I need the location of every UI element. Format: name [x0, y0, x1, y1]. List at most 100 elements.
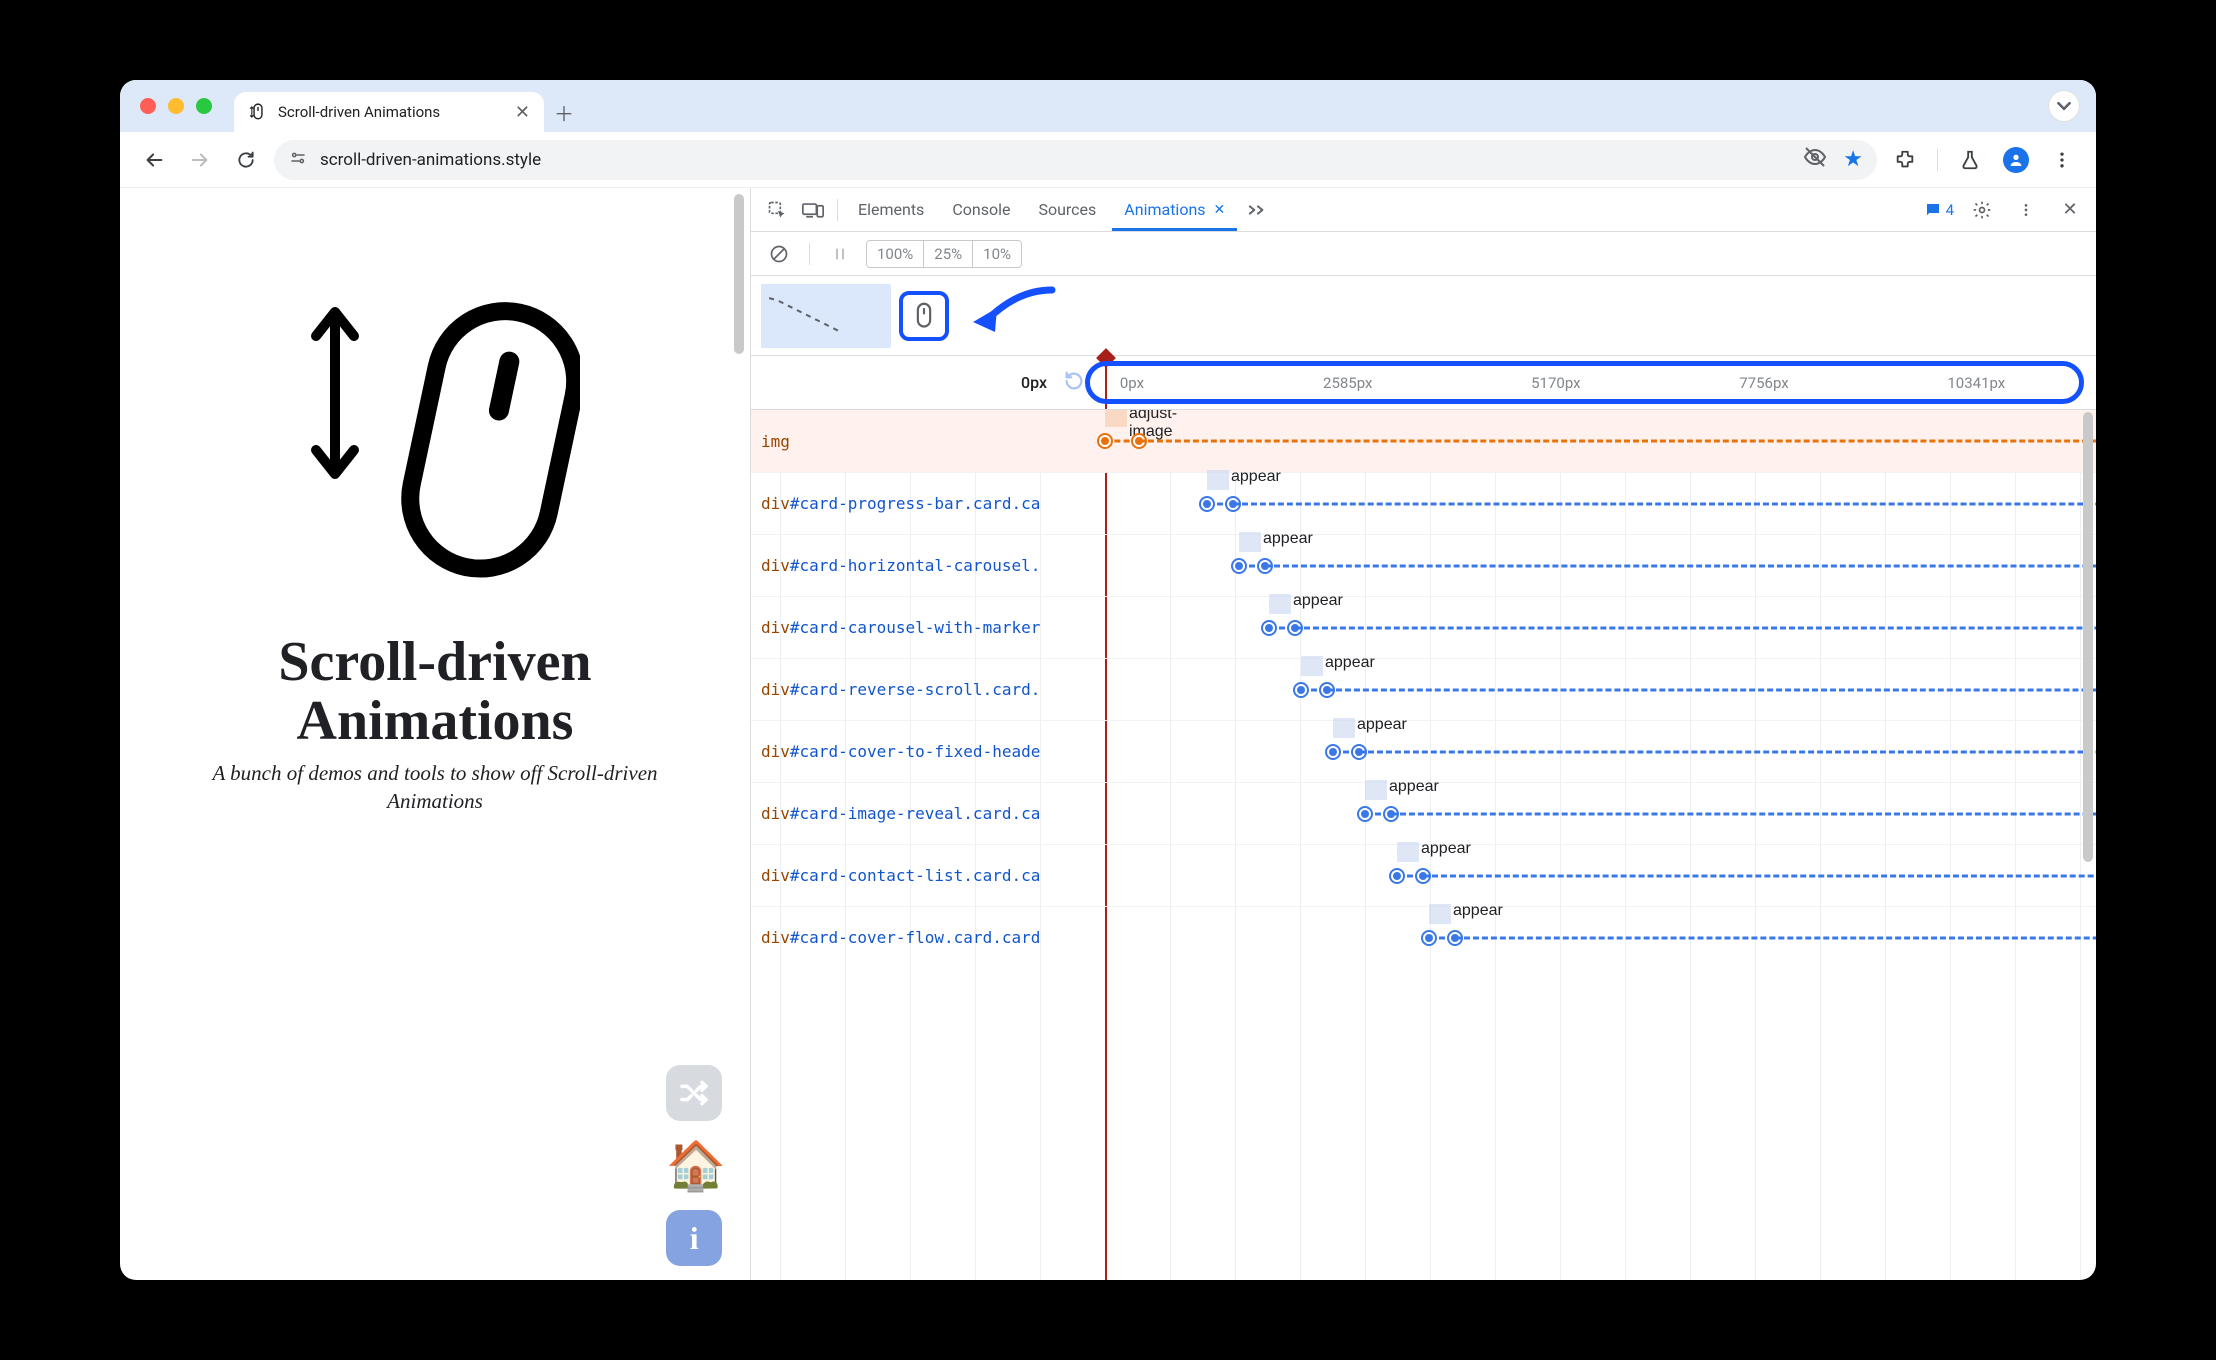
tab-elements[interactable]: Elements: [846, 188, 936, 231]
keyframe-segment[interactable]: appear: [1239, 550, 1265, 582]
selector-label: div#card-reverse-scroll.card.: [751, 680, 1105, 699]
animation-track: appear: [1105, 597, 2096, 658]
maximize-window-button[interactable]: [196, 98, 212, 114]
animation-group-thumbnail[interactable]: [761, 284, 891, 348]
replay-icon[interactable]: [1063, 370, 1085, 396]
close-window-button[interactable]: [140, 98, 156, 114]
clear-icon[interactable]: [763, 238, 795, 270]
animations-controls: 100% 25% 10%: [751, 232, 2096, 276]
profile-avatar[interactable]: [1998, 142, 2034, 178]
forward-button[interactable]: [182, 142, 218, 178]
ruler-tick: 2585px: [1323, 374, 1372, 392]
tab-strip: Scroll-driven Animations ✕ ＋: [120, 80, 2096, 132]
device-toolbar-icon[interactable]: [797, 194, 829, 226]
minimize-window-button[interactable]: [168, 98, 184, 114]
selector-label: div#card-carousel-with-marker: [751, 618, 1105, 637]
animation-row[interactable]: div#card-progress-bar.card.caappear: [751, 472, 2096, 534]
keyframe-segment[interactable]: appear: [1207, 488, 1233, 520]
annotation-arrow-icon: [967, 280, 1057, 344]
settings-gear-icon[interactable]: [1966, 194, 1998, 226]
separator: [837, 199, 838, 221]
current-position: 0px: [1021, 373, 1047, 392]
browser-tab[interactable]: Scroll-driven Animations ✕: [234, 92, 544, 132]
chrome-menu-button[interactable]: [2044, 142, 2080, 178]
playback-speed-group: 100% 25% 10%: [866, 240, 1022, 268]
keyframe-segment[interactable]: adjust-image: [1105, 425, 1139, 457]
extensions-icon[interactable]: [1887, 142, 1923, 178]
url-text: scroll-driven-animations.style: [320, 150, 541, 170]
page-scrollbar[interactable]: [734, 194, 744, 354]
keyframe-segment[interactable]: appear: [1397, 860, 1423, 892]
reload-button[interactable]: [228, 142, 264, 178]
animation-row[interactable]: div#card-contact-list.card.caappear: [751, 844, 2096, 906]
tab-animations[interactable]: Animations ✕: [1112, 188, 1237, 231]
animation-track: appear: [1105, 907, 2096, 968]
ruler-tick: 10341px: [1947, 374, 2005, 392]
bookmark-star-icon[interactable]: ★: [1843, 147, 1863, 172]
home-button[interactable]: 🏠: [666, 1137, 726, 1194]
ruler-tick: 0px: [1120, 374, 1144, 392]
selector-label: img: [751, 432, 1105, 451]
scroll-driven-badge[interactable]: [899, 291, 949, 341]
pause-icon[interactable]: [824, 238, 856, 270]
devtools-scrollbar[interactable]: [2083, 412, 2093, 862]
selector-label: div#card-horizontal-carousel.: [751, 556, 1105, 575]
separator: [809, 243, 810, 265]
page-title: Scroll-driven Animations: [140, 633, 730, 751]
animation-groups: [751, 276, 2096, 356]
keyframe-segment[interactable]: appear: [1333, 736, 1359, 768]
keyframe-segment[interactable]: appear: [1269, 612, 1295, 644]
issues-counter[interactable]: 4: [1924, 201, 1954, 219]
more-tabs-icon[interactable]: [1241, 194, 1273, 226]
devtools-menu-icon[interactable]: [2010, 194, 2042, 226]
tab-label: Animations: [1124, 200, 1205, 219]
tab-label: Sources: [1038, 200, 1096, 219]
window-controls: [136, 80, 220, 132]
site-settings-icon[interactable]: [288, 149, 308, 171]
browser-toolbar: scroll-driven-animations.style ★: [120, 132, 2096, 188]
ruler-tick: 5170px: [1531, 374, 1580, 392]
selector-label: div#card-cover-flow.card.card: [751, 928, 1105, 947]
playhead[interactable]: [1105, 356, 1107, 409]
animation-track: appear: [1105, 535, 2096, 596]
animation-track: appear: [1105, 783, 2096, 844]
info-button[interactable]: i: [666, 1210, 722, 1266]
keyframe-segment[interactable]: appear: [1429, 922, 1455, 954]
content-area: Scroll-driven Animations A bunch of demo…: [120, 188, 2096, 1280]
speed-100[interactable]: 100%: [867, 241, 923, 267]
back-button[interactable]: [136, 142, 172, 178]
animation-track: appear: [1105, 473, 2096, 534]
new-tab-button[interactable]: ＋: [544, 92, 584, 132]
animation-row[interactable]: div#card-horizontal-carousel. appear: [751, 534, 2096, 596]
timeline-ruler[interactable]: 0px 0px2585px5170px7756px10341px: [751, 356, 2096, 410]
tab-sources[interactable]: Sources: [1026, 188, 1108, 231]
speed-10[interactable]: 10%: [972, 241, 1021, 267]
speed-25[interactable]: 25%: [923, 241, 972, 267]
animation-row[interactable]: div#card-image-reveal.card.caappear: [751, 782, 2096, 844]
animation-row[interactable]: div#card-cover-flow.card.card appear: [751, 906, 2096, 968]
webpage: Scroll-driven Animations A bunch of demo…: [120, 188, 750, 1280]
tab-overflow-button[interactable]: [2048, 90, 2080, 122]
animation-row[interactable]: div#card-carousel-with-marker appear: [751, 596, 2096, 658]
keyframe-segment[interactable]: appear: [1301, 674, 1327, 706]
animation-track: appear: [1105, 845, 2096, 906]
close-devtools-icon[interactable]: ✕: [2054, 194, 2086, 226]
close-icon[interactable]: ✕: [1214, 202, 1226, 218]
eye-off-icon[interactable]: [1803, 145, 1827, 174]
tab-console[interactable]: Console: [940, 188, 1022, 231]
close-tab-button[interactable]: ✕: [515, 102, 530, 123]
labs-icon[interactable]: [1952, 142, 1988, 178]
shuffle-button[interactable]: [666, 1065, 722, 1121]
keyframe-segment[interactable]: appear: [1365, 798, 1391, 830]
animation-track: appear: [1105, 659, 2096, 720]
animation-row[interactable]: div#card-reverse-scroll.card. appear: [751, 658, 2096, 720]
animation-row[interactable]: imgadjust-image: [751, 410, 2096, 472]
tab-title: Scroll-driven Animations: [278, 103, 440, 121]
address-bar[interactable]: scroll-driven-animations.style ★: [274, 140, 1877, 180]
devtools-panel: Elements Console Sources Animations ✕ 4: [750, 188, 2096, 1280]
selector-label: div#card-cover-to-fixed-heade: [751, 742, 1105, 761]
tab-label: Console: [952, 200, 1010, 219]
animation-row[interactable]: div#card-cover-to-fixed-heade appear: [751, 720, 2096, 782]
inspect-element-icon[interactable]: [761, 194, 793, 226]
site-logo: [290, 278, 580, 583]
